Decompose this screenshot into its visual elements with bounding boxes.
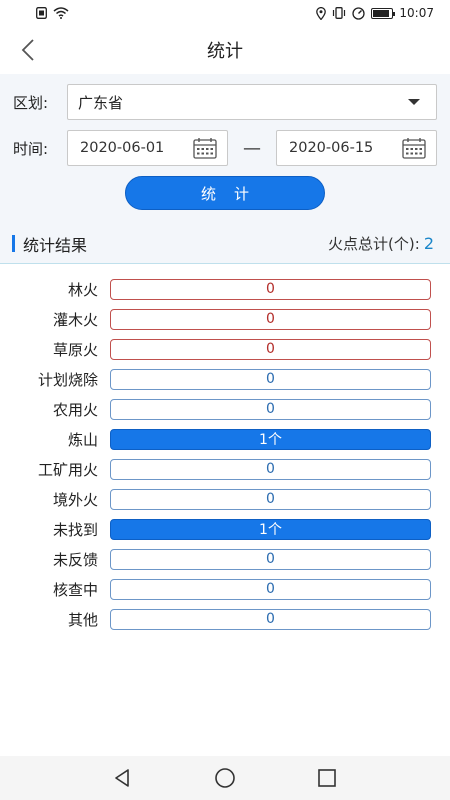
wifi-icon bbox=[53, 7, 69, 19]
row-label: 其他 bbox=[67, 610, 98, 629]
row-value-box[interactable]: 1个 bbox=[110, 428, 431, 450]
list-item: 未反馈 0 bbox=[0, 544, 450, 574]
row-label: 炼山 bbox=[67, 430, 98, 449]
row-value-box[interactable]: 0 bbox=[110, 338, 431, 360]
back-button[interactable] bbox=[8, 30, 48, 70]
location-icon bbox=[316, 6, 327, 20]
end-date-field[interactable]: 2020-06-15 bbox=[276, 130, 437, 166]
row-value-box[interactable]: 0 bbox=[110, 278, 431, 300]
row-label: 工矿用火 bbox=[37, 460, 98, 479]
calendar-icon bbox=[402, 138, 426, 159]
filter-form: 区划: 广东省 时间: 2020-06-01 — 2020-06-15 统计 bbox=[0, 74, 450, 224]
row-value-box[interactable]: 0 bbox=[110, 578, 431, 600]
region-label: 区划: bbox=[13, 93, 49, 112]
back-triangle-icon bbox=[115, 769, 129, 787]
submit-wrap: 统计 bbox=[13, 176, 437, 210]
region-row: 区划: 广东省 bbox=[13, 84, 437, 120]
statistics-button[interactable]: 统计 bbox=[125, 176, 325, 210]
region-select-value: 广东省 bbox=[78, 93, 124, 112]
nav-back-button[interactable] bbox=[108, 763, 138, 793]
list-item: 农用火 0 bbox=[0, 394, 450, 424]
results-header: 统计结果 火点总计(个): 2 bbox=[0, 224, 450, 264]
caret-down-icon bbox=[408, 99, 420, 105]
chevron-left-icon bbox=[21, 39, 34, 61]
list-item: 计划烧除 0 bbox=[0, 364, 450, 394]
page-title: 统计 bbox=[207, 41, 243, 62]
row-label: 草原火 bbox=[52, 340, 98, 359]
status-right: 10:07 bbox=[316, 6, 434, 20]
total-label: 火点总计(个): bbox=[328, 235, 420, 253]
row-label: 未找到 bbox=[52, 520, 98, 539]
row-value-box[interactable]: 0 bbox=[110, 368, 431, 390]
results-title-wrap: 统计结果 bbox=[12, 232, 87, 256]
nav-home-button[interactable] bbox=[210, 763, 240, 793]
list-item: 林火 0 bbox=[0, 274, 450, 304]
system-nav-bar bbox=[0, 756, 450, 800]
list-item: 草原火 0 bbox=[0, 334, 450, 364]
status-time: 10:07 bbox=[399, 6, 434, 20]
row-label: 农用火 bbox=[52, 400, 98, 419]
row-value-box[interactable]: 0 bbox=[110, 488, 431, 510]
calendar-icon bbox=[193, 138, 217, 159]
recents-square-icon bbox=[318, 769, 336, 787]
status-left bbox=[36, 7, 69, 19]
row-label: 核查中 bbox=[52, 580, 98, 599]
total-value: 2 bbox=[423, 234, 434, 253]
list-item: 灌木火 0 bbox=[0, 304, 450, 334]
vibrate-icon bbox=[332, 7, 346, 19]
sim-card-icon bbox=[36, 7, 47, 19]
list-item: 境外火 0 bbox=[0, 484, 450, 514]
list-item: 工矿用火 0 bbox=[0, 454, 450, 484]
status-bar: 10:07 bbox=[0, 0, 450, 26]
data-saver-icon bbox=[352, 6, 366, 20]
row-label: 灌木火 bbox=[52, 310, 98, 329]
list-item: 未找到 1个 bbox=[0, 514, 450, 544]
start-date-value: 2020-06-01 bbox=[80, 140, 165, 156]
row-value-box[interactable]: 0 bbox=[110, 308, 431, 330]
row-label: 未反馈 bbox=[52, 550, 98, 569]
row-value-box[interactable]: 0 bbox=[110, 398, 431, 420]
app-bar: 统计 bbox=[0, 26, 450, 74]
list-item: 其他 0 bbox=[0, 604, 450, 634]
row-label: 境外火 bbox=[52, 490, 98, 509]
total-count: 火点总计(个): 2 bbox=[328, 233, 434, 254]
home-circle-icon bbox=[215, 768, 235, 788]
start-date-field[interactable]: 2020-06-01 bbox=[67, 130, 228, 166]
end-date-value: 2020-06-15 bbox=[289, 140, 374, 156]
row-value-box[interactable]: 1个 bbox=[110, 518, 431, 540]
results-title: 统计结果 bbox=[23, 235, 88, 255]
section-accent-bar bbox=[12, 235, 15, 252]
nav-recents-button[interactable] bbox=[312, 763, 342, 793]
row-label: 林火 bbox=[67, 280, 98, 299]
row-label: 计划烧除 bbox=[37, 370, 98, 389]
results-list: 林火 0 灌木火 0 草原火 0 计划烧除 0 农用火 0 炼山 1个 工矿用火 0 境外火 0 未找到 1个 未反… bbox=[0, 264, 450, 634]
row-value-box[interactable]: 0 bbox=[110, 548, 431, 570]
list-item: 炼山 1个 bbox=[0, 424, 450, 454]
region-select[interactable]: 广东省 bbox=[67, 84, 437, 120]
row-value-box[interactable]: 0 bbox=[110, 458, 431, 480]
row-value-box[interactable]: 0 bbox=[110, 608, 431, 630]
battery-icon bbox=[371, 7, 396, 19]
list-item: 核查中 0 bbox=[0, 574, 450, 604]
time-row: 时间: 2020-06-01 — 2020-06-15 bbox=[13, 130, 437, 166]
time-label: 时间: bbox=[13, 139, 49, 158]
date-separator: — bbox=[243, 137, 261, 159]
